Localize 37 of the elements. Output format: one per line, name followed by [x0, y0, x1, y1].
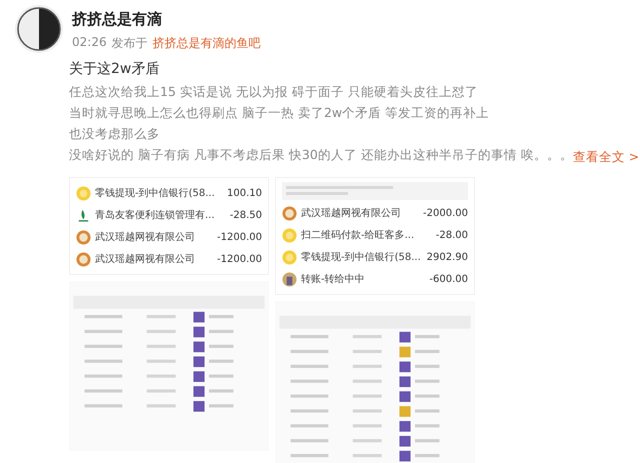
transaction-name: 零钱提现-到中信银行(58...: [95, 186, 216, 200]
published-label: 发布于: [112, 35, 148, 52]
transaction-amount: -2000.00: [423, 208, 468, 218]
transaction-amount: -600.00: [429, 274, 468, 284]
payment-screenshot[interactable]: 武汉瑶越网视有限公司 -2000.00 扫二维码付款-给旺客多... -28.00 零钱提现-到中信银行(58... 2902.90 转账-转给中中 -600.00: [275, 177, 475, 295]
post-title: 关于这2w矛盾: [69, 60, 160, 78]
transaction-name: 扫二维码付款-给旺客多...: [301, 228, 416, 242]
transaction-name: 青岛友客便利连锁管理有...: [95, 208, 216, 222]
badge-icon: [76, 230, 91, 244]
badge-icon: [76, 252, 91, 266]
coin-icon: [282, 250, 297, 264]
avatar-icon: [14, 4, 64, 54]
transaction-name: 武汉瑶越网视有限公司: [95, 230, 196, 244]
post-text-line: 当时就寻思晚上怎么也得刷点 脑子一热 卖了2w个矛盾 等发工资的再补上: [69, 104, 490, 122]
transaction-amount: 100.10: [227, 188, 262, 198]
author-name[interactable]: 挤挤总是有滴: [72, 10, 261, 29]
coin-icon: [76, 186, 91, 200]
avatar-icon: [282, 272, 297, 286]
read-more-link[interactable]: 查看全文 >: [572, 146, 640, 167]
transaction-amount: 2902.90: [426, 252, 468, 262]
transaction-name: 零钱提现-到中信银行(58...: [301, 250, 422, 264]
badge-icon: [282, 206, 297, 220]
payment-screenshot[interactable]: 零钱提现-到中信银行(58... 100.10 青岛友客便利连锁管理有... -28.50 武汉瑶越网视有限公司 -1200.00 武汉瑶越网视有限公司 -1200.00: [69, 177, 269, 275]
coin-icon: [282, 228, 297, 242]
transaction-amount: -1200.00: [217, 254, 262, 264]
post-text-line: 也没考虑那么多: [69, 125, 161, 143]
post-text-line: 没啥好说的 脑子有病 凡事不考虑后果 快30的人了 还能办出这种半吊子的事情 唉。。。: [69, 146, 573, 164]
transaction-name: 武汉瑶越网视有限公司: [301, 206, 402, 220]
transaction-amount: -1200.00: [217, 232, 262, 242]
transaction-amount: -28.00: [436, 230, 468, 240]
post-time: 02:26: [72, 35, 107, 51]
transaction-amount: -28.50: [230, 210, 262, 220]
forum-link[interactable]: 挤挤总是有滴的鱼吧: [152, 35, 261, 52]
transaction-name: 转账-转给中中: [301, 272, 366, 286]
leaf-icon: [76, 208, 91, 222]
post-text-line: 任总这次给我上15 实话是说 无以为报 碍于面子 只能硬着头皮往上怼了: [69, 83, 479, 101]
transaction-name: 武汉瑶越网视有限公司: [95, 252, 196, 266]
